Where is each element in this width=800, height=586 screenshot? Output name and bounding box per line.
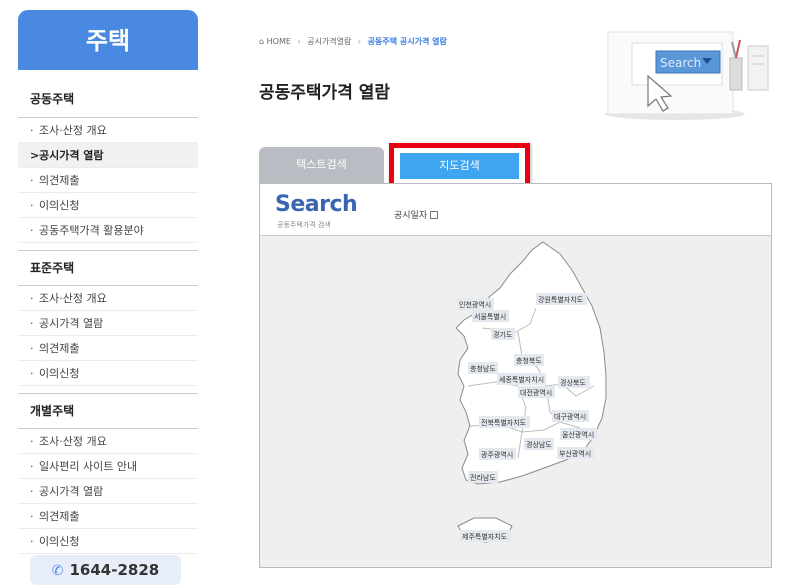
svg-text:Search: Search [660,56,701,70]
region-busan[interactable]: 부산광역시 [559,449,591,458]
sidebar-item-individual-site-guide[interactable]: · 일사편리 사이트 안내 [18,454,198,479]
region-chungbuk[interactable]: 충청북도 [516,356,542,365]
sidebar-item-standard-opinion[interactable]: · 의견제출 [18,336,198,361]
date-label: 공시일자 [394,208,439,221]
region-gangwon[interactable]: 강원특별자치도 [538,295,584,304]
tab-text-search[interactable]: 텍스트검색 [259,147,384,183]
search-title: Search [275,192,358,217]
date-checkbox[interactable] [430,211,439,219]
sidebar-group-individual[interactable]: 개별주택 [18,394,198,429]
breadcrumb-level1[interactable]: 공시가격열람 [307,37,351,46]
sidebar-group-standard[interactable]: 표준주택 [18,251,198,286]
sidebar-item-individual-overview[interactable]: · 조사·산정 개요 [18,429,198,454]
region-ulsan[interactable]: 울산광역시 [562,430,594,439]
search-panel: Search 공동주택가격 검색 공시일자 인천광역시 강원특별자치도 서울특별… [259,183,772,568]
region-gyeongnam[interactable]: 경상남도 [526,440,552,449]
region-sejong[interactable]: 세종특별자치시 [499,375,544,384]
sidebar-item-apartment-price[interactable]: >공시가격 열람 [18,143,198,168]
region-chungnam[interactable]: 충청남도 [470,364,496,373]
phone-icon: ✆ [51,563,64,579]
sidebar-item-apartment-usage[interactable]: · 공동주택가격 활용분야 [18,218,198,243]
home-icon[interactable]: ⌂ [259,37,264,46]
region-gyeongbuk[interactable]: 경상북도 [560,378,586,387]
sidebar-item-individual-opinion[interactable]: · 의견제출 [18,504,198,529]
region-daegu[interactable]: 대구광역시 [554,412,586,421]
korea-map[interactable]: 인천광역시 강원특별자치도 서울특별시 경기도 충청북도 충청남도 세종특별자치… [260,236,771,567]
sidebar-title: 주택 [18,10,198,70]
sidebar-item-apartment-objection[interactable]: · 이의신청 [18,193,198,218]
breadcrumb-home[interactable]: HOME [267,37,291,46]
region-jeju[interactable]: 제주특별자치도 [462,532,508,541]
phone-number: 1644-2828 [69,561,160,579]
sidebar-item-standard-overview[interactable]: · 조사·산정 개요 [18,286,198,311]
region-incheon[interactable]: 인천광역시 [459,300,491,309]
phone-number-box: ✆ 1644-2828 [30,555,181,585]
region-gwangju[interactable]: 광주광역시 [481,450,513,459]
sidebar-item-apartment-opinion[interactable]: · 의견제출 [18,168,198,193]
sidebar: 주택 공동주택 · 조사·산정 개요 >공시가격 열람 · 의견제출 · 이의신청 ·… [18,10,198,580]
tab-map-search[interactable]: 지도검색 [400,153,519,179]
sidebar-item-individual-price[interactable]: · 공시가격 열람 [18,479,198,504]
region-jeonbuk[interactable]: 전북특별자치도 [481,418,527,427]
sidebar-item-individual-objection[interactable]: · 이의신청 [18,529,198,554]
search-header: Search 공동주택가격 검색 공시일자 [260,184,771,236]
sidebar-item-standard-price[interactable]: · 공시가격 열람 [18,311,198,336]
search-illustration: Search [590,18,780,123]
search-subtitle: 공동주택가격 검색 [277,221,331,229]
tab-map-search-highlight: 지도검색 [389,143,530,188]
region-daejeon[interactable]: 대전광역시 [520,388,552,397]
sidebar-item-apartment-overview[interactable]: · 조사·산정 개요 [18,118,198,143]
korea-map-svg[interactable]: 인천광역시 강원특별자치도 서울특별시 경기도 충청북도 충청남도 세종특별자치… [260,236,771,567]
breadcrumb-current: 공동주택 공시가격 열람 [367,37,447,46]
breadcrumb: ⌂ HOME › 공시가격열람 › 공동주택 공시가격 열람 [259,37,447,46]
page-title: 공동주택가격 열람 [259,83,391,103]
sidebar-group-apartment[interactable]: 공동주택 [18,70,198,118]
region-jeonnam[interactable]: 전라남도 [470,473,496,482]
region-seoul[interactable]: 서울특별시 [474,312,506,321]
sidebar-item-standard-objection[interactable]: · 이의신청 [18,361,198,386]
region-gyeonggi[interactable]: 경기도 [493,330,513,339]
